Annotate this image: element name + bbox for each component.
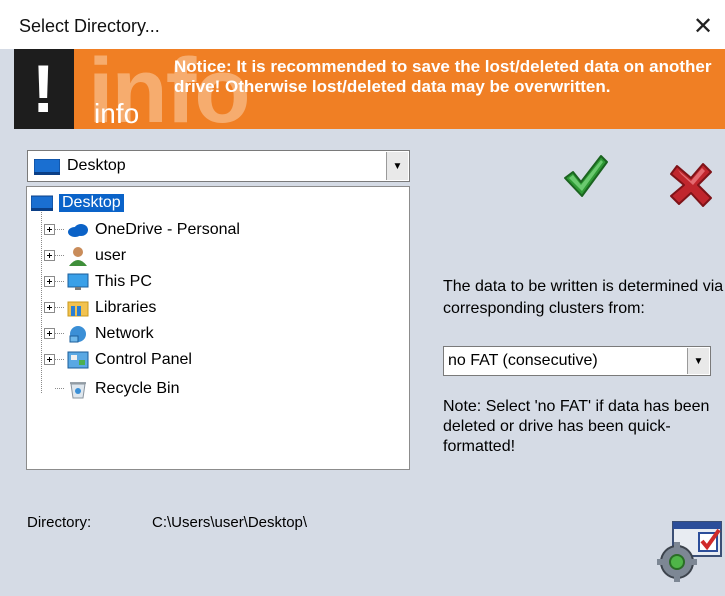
expand-icon[interactable] [44, 250, 55, 261]
expand-icon[interactable] [44, 224, 55, 235]
x-icon [670, 163, 712, 207]
tree-connector [55, 388, 64, 389]
tree-item-libraries[interactable]: Libraries [44, 297, 157, 319]
tree-item-network[interactable]: Network [44, 323, 154, 345]
tree-connector [55, 333, 64, 334]
dropdown-arrow-icon[interactable]: ▼ [386, 152, 408, 180]
expand-icon[interactable] [44, 302, 55, 313]
computer-icon [67, 273, 89, 290]
tree-item-label: This PC [95, 273, 152, 290]
tree-connector [55, 359, 64, 360]
user-icon [69, 247, 87, 266]
tree-connector [55, 281, 64, 282]
tree-item-label: Control Panel [95, 351, 192, 368]
fat-selector[interactable]: no FAT (consecutive) ▼ [443, 346, 711, 376]
tree-connector [55, 307, 64, 308]
info-label: info [94, 98, 140, 129]
tree-item-this-pc[interactable]: This PC [44, 271, 152, 293]
tree-item-label: user [95, 247, 127, 264]
tree-item-onedrive[interactable]: OneDrive - Personal [44, 219, 240, 241]
tree-item-label: Recycle Bin [95, 380, 180, 397]
info-logo: ! [14, 49, 74, 129]
tree-item-label: Network [95, 325, 154, 342]
tree-item-label: Libraries [95, 299, 157, 316]
exclamation-icon: ! [32, 51, 55, 127]
select-directory-dialog: Select Directory... ✕ ! info info Notice… [0, 0, 725, 596]
tree-item-user[interactable]: user [44, 245, 127, 267]
clusters-label: The data to be written is determined via… [443, 278, 724, 317]
tree-connector [55, 229, 64, 230]
cancel-button[interactable] [667, 160, 715, 208]
directory-path: C:\Users\user\Desktop\ [152, 514, 308, 531]
notice-text: Notice: It is recommended to save the lo… [174, 57, 712, 96]
tree-connector [55, 255, 64, 256]
tree-item-label: Desktop [59, 194, 124, 212]
tree-item-desktop[interactable]: Desktop [31, 192, 124, 214]
checkmark-icon [564, 155, 608, 197]
ok-button[interactable] [561, 152, 609, 200]
expand-icon[interactable] [44, 354, 55, 365]
folder-tree[interactable]: Desktop OneDrive - Personal user This PC… [26, 186, 410, 470]
control-panel-icon [67, 351, 89, 369]
title-bar: Select Directory... ✕ [0, 0, 725, 49]
close-icon: ✕ [692, 12, 714, 40]
dropdown-arrow-icon[interactable]: ▼ [687, 348, 709, 374]
notice-banner: ! info info Notice: It is recommended to… [14, 49, 725, 129]
close-button[interactable]: ✕ [681, 6, 725, 46]
settings-button[interactable] [653, 518, 725, 588]
directory-label: Directory: [27, 514, 92, 531]
fat-selector-value: no FAT (consecutive) [448, 352, 598, 369]
tree-item-control-panel[interactable]: Control Panel [44, 349, 192, 371]
drive-selector[interactable]: Desktop ▼ [27, 150, 410, 182]
tree-item-recycle-bin[interactable]: Recycle Bin [55, 378, 180, 400]
settings-icon [657, 521, 722, 582]
desktop-icon [34, 159, 60, 175]
tree-item-label: OneDrive - Personal [95, 221, 240, 238]
drive-selector-value: Desktop [67, 157, 126, 174]
desktop-icon [31, 195, 53, 211]
network-icon [69, 326, 86, 343]
window-title: Select Directory... [19, 16, 160, 36]
expand-icon[interactable] [44, 328, 55, 339]
recycle-bin-icon [70, 382, 86, 399]
folder-icon [67, 301, 89, 317]
fat-note: Note: Select 'no FAT' if data has been d… [443, 398, 710, 455]
expand-icon[interactable] [44, 276, 55, 287]
cloud-icon [68, 224, 88, 237]
tree-connector [41, 209, 42, 393]
